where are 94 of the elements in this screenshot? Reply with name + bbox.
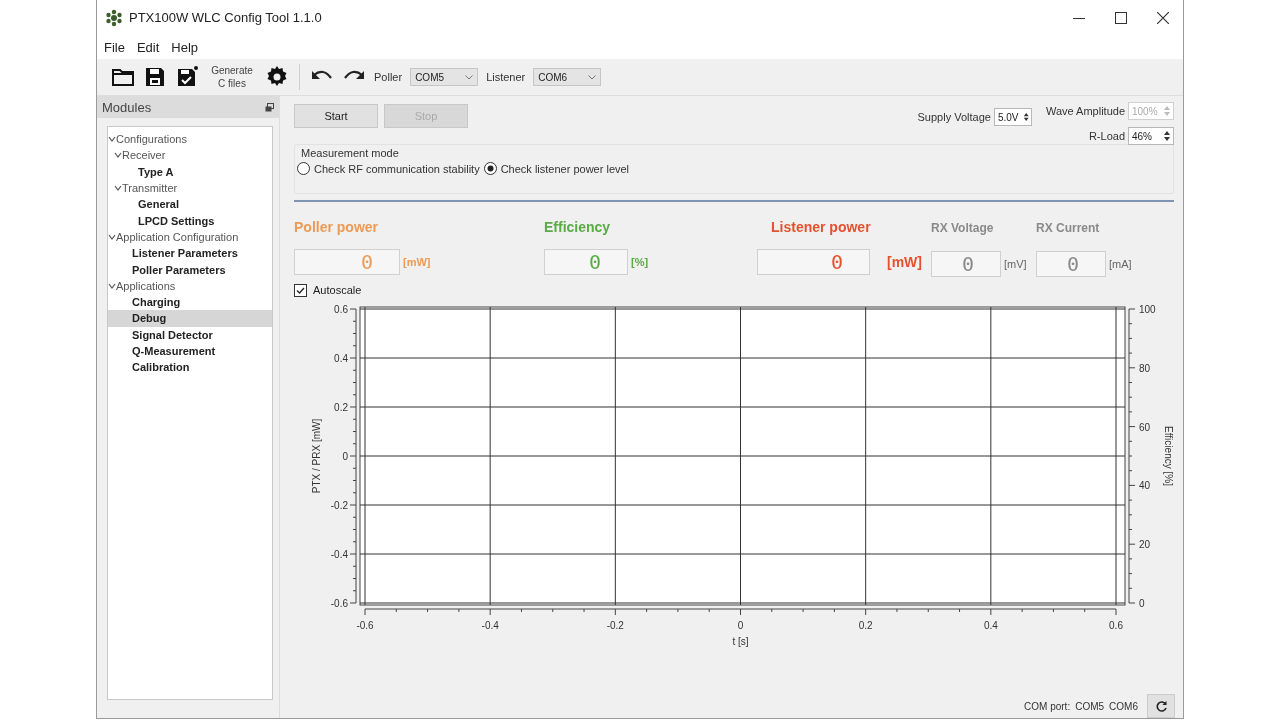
field-label: R-Load: [1088, 130, 1125, 142]
field-label: Supply Voltage: [917, 111, 991, 123]
tree-item[interactable]: Charging: [108, 293, 272, 311]
y-tick-label: 0.4: [334, 353, 348, 364]
y-axis-title: Efficiency [%]: [1163, 426, 1174, 486]
y-tick-label: 40: [1139, 480, 1151, 492]
x-axis-title: t [s]: [732, 636, 749, 647]
refresh-icon: [1154, 699, 1168, 713]
start-button[interactable]: Start: [294, 104, 378, 128]
group-title: Measurement mode: [301, 147, 400, 159]
unit-label: [mA]: [1109, 258, 1132, 270]
readout-display: 0: [757, 249, 870, 275]
checkbox-label: Autoscale: [313, 284, 362, 296]
status-text: COM5: [1075, 700, 1105, 712]
menu-item[interactable]: Edit: [136, 37, 160, 57]
readout-label: Efficiency: [544, 219, 612, 237]
unit-label: [mW]: [403, 256, 431, 268]
unit-label: [mW]: [886, 254, 923, 270]
window-title: PTX100W WLC Config Tool 1.1.0: [129, 10, 323, 25]
unit-label: [%]: [631, 256, 649, 268]
radio-option[interactable]: Check listener power level: [483, 162, 630, 175]
field-label: Wave Amplitude: [1045, 105, 1125, 117]
spin-box[interactable]: 46%: [1128, 127, 1174, 145]
readout-label: RX Current: [1036, 220, 1101, 237]
save-icon[interactable]: [143, 65, 167, 89]
y-tick-label: 0.6: [334, 304, 348, 315]
y-tick-label: -0.4: [330, 549, 348, 560]
y-axis-title: PTX / PRX [mW]: [311, 418, 322, 494]
readout-display: 0: [1036, 251, 1106, 277]
y-tick-label: 100: [1139, 304, 1156, 315]
field-label: Poller: [374, 71, 403, 83]
close-icon[interactable]: [1157, 11, 1169, 24]
x-tick-label: -0.6: [356, 620, 374, 631]
y-tick-label: 20: [1139, 539, 1151, 551]
generate-files-button[interactable]: Generate C files: [207, 64, 257, 90]
tree-item[interactable]: LPCD Settings: [108, 212, 272, 229]
caret-icon[interactable]: [465, 74, 474, 80]
port-dropdown[interactable]: COM5: [410, 68, 479, 86]
readout-display: 0: [544, 249, 628, 275]
tree-item[interactable]: Listener Parameters: [108, 245, 272, 262]
expand-chevron-icon[interactable]: [114, 184, 122, 193]
radio-button[interactable]: [297, 162, 310, 175]
menu-item[interactable]: File: [104, 37, 125, 57]
readout-display: 0: [931, 251, 1001, 277]
checkbox[interactable]: [294, 283, 307, 297]
y-tick-label: 80: [1139, 362, 1151, 374]
tree-item[interactable]: Q-Measurement: [108, 342, 272, 360]
readout-label: RX Voltage: [931, 220, 995, 237]
logo-icon: [105, 8, 123, 27]
y-tick-label: 0: [342, 451, 348, 462]
spin-box[interactable]: 5.0V: [993, 108, 1032, 126]
tree-item[interactable]: Poller Parameters: [108, 261, 272, 278]
panel-title: Modules: [102, 99, 152, 115]
tree-item[interactable]: General: [108, 196, 272, 213]
tree-item[interactable]: Signal Detector: [108, 326, 272, 343]
caret-icon[interactable]: [588, 74, 597, 80]
y-tick-label: 60: [1139, 421, 1151, 433]
x-tick-label: 0.4: [983, 620, 998, 631]
status-text: COM6: [1109, 700, 1138, 712]
tree-item[interactable]: Receiver: [108, 147, 272, 164]
float-panel-icon[interactable]: [265, 102, 274, 112]
port-dropdown[interactable]: COM6: [533, 68, 602, 86]
readout-label: Poller power: [294, 219, 380, 237]
save-as-icon[interactable]: [175, 65, 199, 89]
unit-label: [mV]: [1004, 258, 1027, 270]
tree-item[interactable]: Application Configuration: [108, 228, 272, 246]
readout-display: 0: [294, 249, 400, 275]
y-tick-label: -0.6: [330, 598, 348, 609]
tree-item[interactable]: Calibration: [108, 359, 272, 376]
readout-label: Listener power: [770, 219, 872, 237]
field-label: Listener: [486, 71, 526, 83]
x-tick-label: -0.4: [481, 620, 499, 631]
refresh-button[interactable]: [1147, 694, 1175, 718]
y-tick-label: 0.2: [334, 402, 348, 413]
tree-item[interactable]: Transmitter: [108, 179, 272, 197]
radio-button[interactable]: [483, 162, 497, 175]
expand-chevron-icon[interactable]: [114, 151, 122, 160]
x-tick-label: 0.2: [858, 620, 873, 631]
tree-item[interactable]: Debug: [108, 310, 272, 327]
y-tick-label: -0.2: [330, 500, 348, 511]
maximize-icon[interactable]: [1115, 11, 1127, 24]
expand-chevron-icon[interactable]: [108, 281, 116, 290]
expand-chevron-icon[interactable]: [108, 232, 116, 241]
radio-option[interactable]: Check RF communication stability: [297, 162, 480, 175]
x-tick-label: 0: [737, 620, 744, 631]
tree-item[interactable]: Type A: [108, 163, 272, 180]
status-label: COM port:: [1024, 700, 1071, 712]
menu-item[interactable]: Help: [171, 37, 199, 57]
expand-chevron-icon[interactable]: [108, 135, 116, 144]
tree-item[interactable]: Applications: [108, 277, 272, 294]
tree-item[interactable]: Configurations: [108, 131, 272, 148]
x-tick-label: 0.6: [1109, 620, 1123, 631]
x-tick-label: -0.2: [606, 620, 624, 631]
y-tick-label: 0: [1139, 598, 1145, 609]
